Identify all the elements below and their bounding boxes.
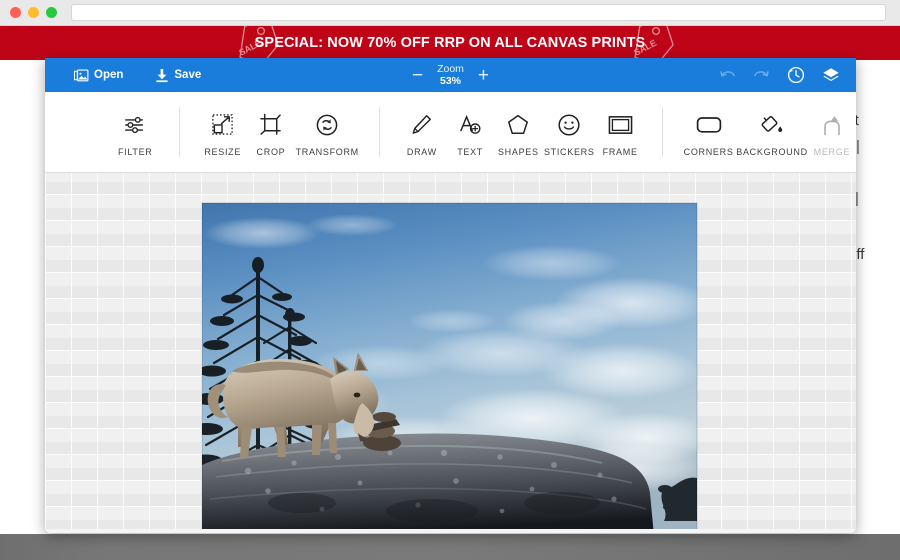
sliders-icon [123,112,147,138]
bg-fragment-1: | [856,138,860,155]
crop-icon [259,112,282,138]
rounded-rect-icon [696,112,722,138]
open-button[interactable]: Open [70,58,127,92]
undo-icon[interactable] [719,68,736,82]
merge-arrow-icon [821,112,843,138]
tool-resize[interactable]: RESIZE [199,92,247,173]
zoom-out-button[interactable]: − [412,66,423,85]
address-bar-input[interactable] [71,4,886,21]
editor-action-bar: Open Save − Zoom 53% + [45,58,856,92]
maximize-window-button[interactable] [46,7,57,18]
tool-divider-1 [178,107,180,157]
zoom-in-button[interactable]: + [478,66,489,85]
layers-icon[interactable] [822,67,840,84]
tool-divider-2 [379,107,380,157]
tool-crop-label: CROP [256,146,286,157]
save-button-label: Save [174,69,202,81]
download-save-icon [155,68,169,83]
photo-canvas[interactable] [202,203,697,533]
open-image-icon [74,68,89,83]
frame-icon [608,112,633,138]
desktop-background: dit | | off SALE SPECIAL: NOW 70% OFF RR… [0,0,900,560]
browser-titlebar [0,0,900,26]
tool-text[interactable]: TEXT [446,92,494,173]
window-controls[interactable] [0,7,57,18]
tool-stickers[interactable]: STICKERS [542,92,596,173]
editor-action-bar-right [719,58,840,92]
zoom-readout: Zoom 53% [437,63,464,87]
tool-merge[interactable]: MERGE [808,92,856,173]
tool-shapes-label: SHAPES [497,146,539,157]
window-bottom-edge [45,529,856,533]
pencil-icon [410,112,433,138]
save-button[interactable]: Save [151,58,205,92]
tool-shapes[interactable]: SHAPES [494,92,542,173]
zoom-value: 53% [439,75,461,87]
tool-draw-label: DRAW [406,146,437,157]
tool-filter[interactable]: FILTER [111,92,159,173]
canvas-workspace[interactable] [45,173,856,533]
tool-background[interactable]: BACKGROUND [736,92,808,173]
tool-background-label: BACKGROUND [736,146,808,157]
tool-frame[interactable]: FRAME [596,92,644,173]
tool-resize-label: RESIZE [204,146,242,157]
tool-transform[interactable]: TRANSFORM [295,92,359,173]
zoom-control-group: − Zoom 53% + [412,58,489,92]
text-add-icon [458,112,482,138]
paint-bucket-icon [760,112,784,138]
tool-corners[interactable]: CORNERS [681,92,736,173]
resize-icon [211,112,234,138]
pentagon-icon [506,112,530,138]
tool-filter-label: FILTER [117,146,153,157]
history-icon[interactable] [787,66,805,84]
close-window-button[interactable] [10,7,21,18]
tool-transform-label: TRANSFORM [295,146,359,157]
tool-frame-label: FRAME [602,146,638,157]
tool-crop[interactable]: CROP [247,92,295,173]
tool-text-label: TEXT [457,146,484,157]
redo-icon[interactable] [753,68,770,82]
promo-banner[interactable]: SALE SPECIAL: NOW 70% OFF RRP ON ALL CAN… [0,26,900,60]
transform-icon [315,112,339,138]
promo-text: SPECIAL: NOW 70% OFF RRP ON ALL CANVAS P… [254,35,646,51]
tool-merge-label: MERGE [813,146,851,157]
tool-divider-3 [662,107,664,157]
open-button-label: Open [94,69,124,81]
tool-stickers-label: STICKERS [543,146,595,157]
tool-strip: FILTER RESIZE CROP TRANSFORM DRAW TEXT S… [45,92,856,173]
smiley-icon [557,112,581,138]
tool-draw[interactable]: DRAW [398,92,446,173]
tool-corners-label: CORNERS [683,146,734,157]
photo-editor-window: Open Save − Zoom 53% + FILTER RESIZE CRO… [45,58,856,533]
zoom-label: Zoom [437,62,464,75]
minimize-window-button[interactable] [28,7,39,18]
